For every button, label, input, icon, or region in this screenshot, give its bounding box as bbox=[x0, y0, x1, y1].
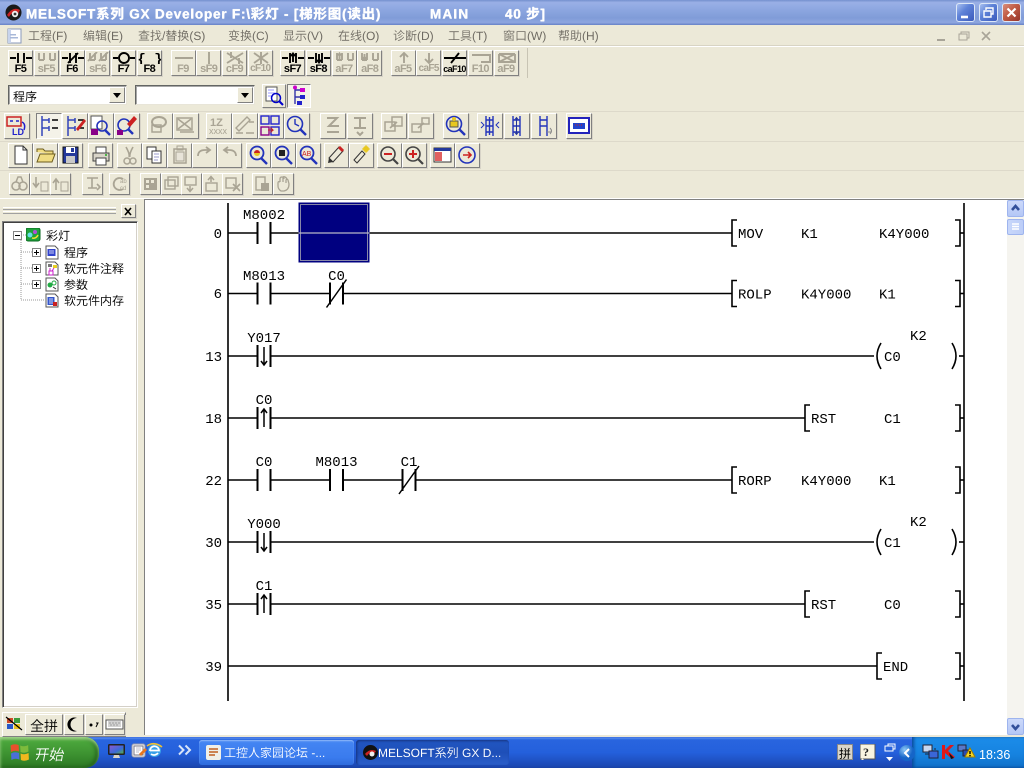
svg-text:?: ? bbox=[863, 745, 869, 759]
svg-text:K2: K2 bbox=[910, 329, 927, 345]
svg-text:ab: ab bbox=[120, 179, 127, 185]
svg-text:K2: K2 bbox=[910, 515, 927, 531]
svg-text:6: 6 bbox=[214, 287, 222, 303]
svg-text:M8002: M8002 bbox=[243, 208, 285, 224]
svg-text:13: 13 bbox=[205, 350, 222, 366]
svg-text:RST: RST bbox=[811, 598, 836, 614]
svg-text:39: 39 bbox=[205, 660, 222, 676]
svg-text:cd: cd bbox=[120, 186, 126, 192]
svg-text:M8013: M8013 bbox=[243, 269, 285, 285]
svg-text:END: END bbox=[883, 660, 908, 676]
svg-text:AB: AB bbox=[302, 151, 312, 158]
svg-text:C0: C0 bbox=[328, 269, 345, 285]
svg-text:K1: K1 bbox=[801, 227, 818, 243]
svg-text:0: 0 bbox=[214, 227, 222, 243]
svg-text:RORP: RORP bbox=[738, 474, 772, 490]
svg-text:C0: C0 bbox=[256, 393, 273, 409]
svg-text:C1: C1 bbox=[256, 579, 273, 595]
svg-text:Y000: Y000 bbox=[247, 517, 281, 533]
svg-text:xxxx: xxxx bbox=[209, 126, 228, 136]
svg-text:35: 35 bbox=[205, 598, 222, 614]
svg-text:K1: K1 bbox=[879, 474, 896, 490]
svg-text:22: 22 bbox=[205, 474, 222, 490]
svg-text:C0: C0 bbox=[884, 598, 901, 614]
svg-text:18: 18 bbox=[205, 412, 222, 428]
svg-text:K4Y000: K4Y000 bbox=[801, 288, 851, 304]
svg-text:C0: C0 bbox=[256, 455, 273, 471]
svg-text:K4Y000: K4Y000 bbox=[879, 227, 929, 243]
svg-text:ROLP: ROLP bbox=[738, 288, 772, 304]
svg-text:K4Y000: K4Y000 bbox=[801, 474, 851, 490]
svg-text:MOV: MOV bbox=[738, 227, 764, 243]
svg-text:C1: C1 bbox=[884, 536, 901, 552]
svg-text:RST: RST bbox=[811, 412, 836, 428]
svg-text:C1: C1 bbox=[401, 455, 418, 471]
svg-text:LD: LD bbox=[12, 127, 24, 137]
svg-text:K1: K1 bbox=[879, 288, 896, 304]
svg-text:M8013: M8013 bbox=[315, 455, 357, 471]
svg-text:30: 30 bbox=[205, 536, 222, 552]
svg-text:C1: C1 bbox=[884, 412, 901, 428]
svg-text:Y017: Y017 bbox=[247, 331, 281, 347]
svg-text:C0: C0 bbox=[884, 350, 901, 366]
